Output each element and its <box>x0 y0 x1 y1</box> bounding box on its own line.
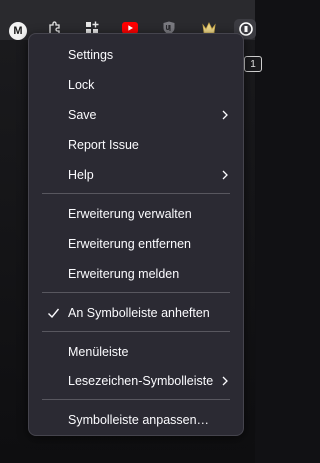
menu-item-label: Save <box>68 108 97 122</box>
checkmark-icon <box>48 308 60 319</box>
menu-item-manage-extension[interactable]: Erweiterung verwalten <box>33 201 239 227</box>
menu-separator <box>42 399 230 400</box>
menu-item-label: Menüleiste <box>68 345 129 359</box>
menu-item-help[interactable]: Help <box>33 162 239 188</box>
menu-separator <box>42 292 230 293</box>
menu-item-label: Erweiterung verwalten <box>68 207 192 221</box>
menu-item-label: Report Issue <box>68 138 139 152</box>
menu-item-save[interactable]: Save <box>33 102 239 128</box>
menu-item-settings[interactable]: Settings <box>33 42 239 68</box>
menu-item-label: An Symbolleiste anheften <box>68 306 210 320</box>
menu-separator <box>42 331 230 332</box>
chevron-right-icon <box>222 376 228 386</box>
menu-item-label: Symbolleiste anpassen… <box>68 413 210 427</box>
menu-item-report-extension[interactable]: Erweiterung melden <box>33 261 239 287</box>
extension-context-menu: Settings Lock Save Report Issue Help Erw… <box>28 33 244 436</box>
menu-item-label: Erweiterung entfernen <box>68 237 191 251</box>
chevron-right-icon <box>222 170 228 180</box>
avatar-letter: M <box>13 25 23 37</box>
menu-item-label: Lock <box>68 78 95 92</box>
badge-count: 1 <box>250 58 256 70</box>
menu-item-pin-to-toolbar[interactable]: An Symbolleiste anheften <box>33 300 239 326</box>
menu-item-label: Erweiterung melden <box>68 267 180 281</box>
menu-item-customize-toolbar[interactable]: Symbolleiste anpassen… <box>33 407 239 433</box>
menu-item-menu-bar[interactable]: Menüleiste <box>33 339 239 365</box>
menu-item-bookmarks-toolbar[interactable]: Lesezeichen-Symbolleiste <box>33 368 239 394</box>
chevron-right-icon <box>222 110 228 120</box>
menu-item-label: Help <box>68 168 94 182</box>
menu-item-label: Settings <box>68 48 114 62</box>
menu-item-lock[interactable]: Lock <box>33 72 239 98</box>
menu-item-remove-extension[interactable]: Erweiterung entfernen <box>33 231 239 257</box>
menu-item-report-issue[interactable]: Report Issue <box>33 132 239 158</box>
menu-item-label: Lesezeichen-Symbolleiste <box>68 374 214 388</box>
avatar[interactable]: M <box>9 22 27 40</box>
menu-separator <box>42 193 230 194</box>
extension-badge: 1 <box>244 56 262 72</box>
